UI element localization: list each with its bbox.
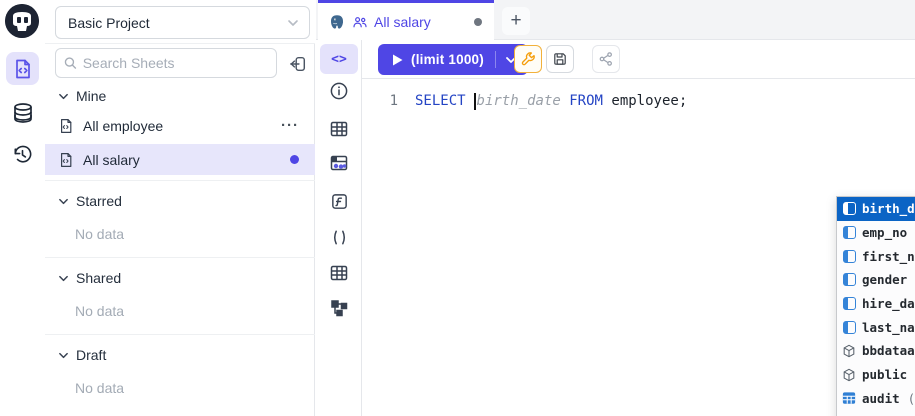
sheet-item-label: All salary bbox=[83, 152, 140, 168]
sheet-item-all-salary[interactable]: All salary bbox=[45, 144, 315, 175]
autocomplete-popup: birth_date(COLUMN)public.employee | date… bbox=[836, 196, 915, 416]
new-tab-label: + bbox=[510, 10, 521, 32]
draft-empty-text: No data bbox=[45, 380, 315, 396]
share-icon bbox=[598, 51, 614, 67]
save-icon bbox=[552, 51, 568, 67]
function-icon[interactable] bbox=[328, 190, 350, 212]
search-icon bbox=[64, 56, 77, 70]
chevron-down-icon bbox=[58, 196, 69, 207]
history-icon[interactable] bbox=[6, 138, 39, 171]
sheet-item-all-employee[interactable]: All employee ··· bbox=[45, 110, 315, 141]
tab-label: All salary bbox=[374, 14, 468, 30]
chevron-down-icon bbox=[58, 273, 69, 284]
suggest-item[interactable]: gender(COLUMN)public.employee | text, NO… bbox=[837, 268, 915, 292]
run-query-button[interactable]: (limit 1000) bbox=[378, 44, 528, 75]
team-icon bbox=[352, 14, 368, 30]
line-number: 1 bbox=[362, 93, 398, 109]
project-select-value: Basic Project bbox=[68, 15, 150, 31]
suggest-item[interactable]: audit(TABLE) bbox=[837, 386, 915, 410]
divider bbox=[45, 334, 315, 335]
database-icon[interactable] bbox=[6, 97, 39, 130]
collapse-panel-icon[interactable] bbox=[285, 51, 311, 77]
left-rail bbox=[0, 0, 45, 416]
column-icon bbox=[843, 273, 856, 286]
schema-icon bbox=[842, 344, 856, 358]
sheet-code-icon[interactable] bbox=[6, 52, 39, 85]
column-icon bbox=[843, 226, 856, 239]
unsaved-dot bbox=[290, 155, 299, 164]
sheet-item-label: All employee bbox=[83, 118, 163, 134]
parentheses-icon[interactable] bbox=[328, 226, 350, 248]
editor-toolbar: (limit 1000) bbox=[362, 40, 915, 79]
suggest-item[interactable]: emp_no(COLUMN)public.employee | integer,… bbox=[837, 221, 915, 245]
search-sheets-input[interactable] bbox=[83, 55, 268, 71]
column-icon bbox=[843, 250, 856, 263]
shared-empty-text: No data bbox=[45, 303, 315, 319]
suggest-item[interactable]: public(SCHEMA) bbox=[837, 363, 915, 387]
divider bbox=[495, 51, 496, 68]
run-limit-label: (limit 1000) bbox=[411, 52, 484, 67]
schema-diagram-icon[interactable] bbox=[328, 297, 350, 319]
chevron-down-icon bbox=[287, 17, 299, 29]
section-starred-label: Starred bbox=[76, 193, 122, 209]
sql-keyword: FROM bbox=[569, 93, 603, 109]
column-icon bbox=[843, 202, 856, 215]
column-icon bbox=[843, 321, 856, 334]
ghost-suggestion-text: birth_date bbox=[477, 93, 561, 109]
suggest-item[interactable]: bbdataarchive(SCHEMA) bbox=[837, 339, 915, 363]
play-icon bbox=[392, 54, 403, 66]
divider bbox=[45, 180, 315, 181]
section-draft-label: Draft bbox=[76, 347, 106, 363]
info-icon[interactable] bbox=[328, 80, 350, 102]
bytebase-logo-icon[interactable] bbox=[5, 4, 39, 38]
search-sheets-box bbox=[55, 48, 277, 78]
save-button[interactable] bbox=[546, 45, 574, 73]
sheets-sidebar: Basic Project Mine All employee ··· bbox=[45, 0, 315, 416]
table-data-icon[interactable] bbox=[328, 152, 350, 174]
sheet-file-icon bbox=[58, 152, 74, 168]
column-icon bbox=[843, 297, 856, 310]
sql-text: employee; bbox=[603, 93, 687, 109]
tab-all-salary[interactable]: All salary bbox=[318, 0, 494, 40]
wrench-icon bbox=[520, 51, 537, 68]
section-mine-label: Mine bbox=[76, 88, 106, 104]
more-actions-icon[interactable]: ··· bbox=[281, 117, 315, 134]
table-icon bbox=[842, 391, 856, 405]
text-cursor bbox=[474, 93, 476, 110]
suggest-item[interactable]: birth_date(COLUMN)public.employee | date… bbox=[837, 197, 915, 221]
chevron-down-icon bbox=[58, 91, 69, 102]
section-starred[interactable]: Starred bbox=[45, 189, 315, 213]
section-shared[interactable]: Shared bbox=[45, 266, 315, 290]
divider bbox=[45, 257, 315, 258]
suggest-item[interactable]: department(TABLE) bbox=[837, 410, 915, 416]
chevron-down-icon bbox=[58, 350, 69, 361]
suggest-item[interactable]: first_name(COLUMN)public.employee | text… bbox=[837, 244, 915, 268]
code-view-icon[interactable]: <> bbox=[320, 44, 358, 74]
format-sql-button[interactable] bbox=[514, 45, 542, 73]
sql-editor-pane[interactable]: 1 SELECT birth_date FROM employee; birth_… bbox=[362, 79, 915, 416]
suggest-item[interactable]: last_name(COLUMN)public.employee | text,… bbox=[837, 315, 915, 339]
share-button[interactable] bbox=[592, 45, 620, 73]
table-icon[interactable] bbox=[328, 262, 350, 284]
sheet-file-icon bbox=[58, 118, 74, 134]
postgres-icon bbox=[328, 13, 346, 31]
starred-empty-text: No data bbox=[45, 226, 315, 242]
project-select[interactable]: Basic Project bbox=[55, 6, 310, 39]
sql-editor-app: Basic Project Mine All employee ··· bbox=[0, 0, 915, 416]
suggest-item[interactable]: hire_date(COLUMN)public.employee | date,… bbox=[837, 292, 915, 316]
table-icon[interactable] bbox=[328, 118, 350, 140]
tab-unsaved-dot bbox=[474, 18, 482, 26]
editor-side-strip: <> bbox=[316, 40, 362, 416]
code-line-1[interactable]: 1 SELECT birth_date FROM employee; bbox=[362, 90, 915, 112]
section-shared-label: Shared bbox=[76, 270, 121, 286]
sql-keyword: SELECT bbox=[415, 93, 466, 109]
section-mine[interactable]: Mine bbox=[45, 84, 315, 108]
schema-icon bbox=[842, 368, 856, 382]
project-header: Basic Project bbox=[45, 0, 315, 44]
new-tab-button[interactable]: + bbox=[502, 7, 530, 35]
tab-bar: All salary + bbox=[316, 0, 915, 40]
section-draft[interactable]: Draft bbox=[45, 343, 315, 367]
